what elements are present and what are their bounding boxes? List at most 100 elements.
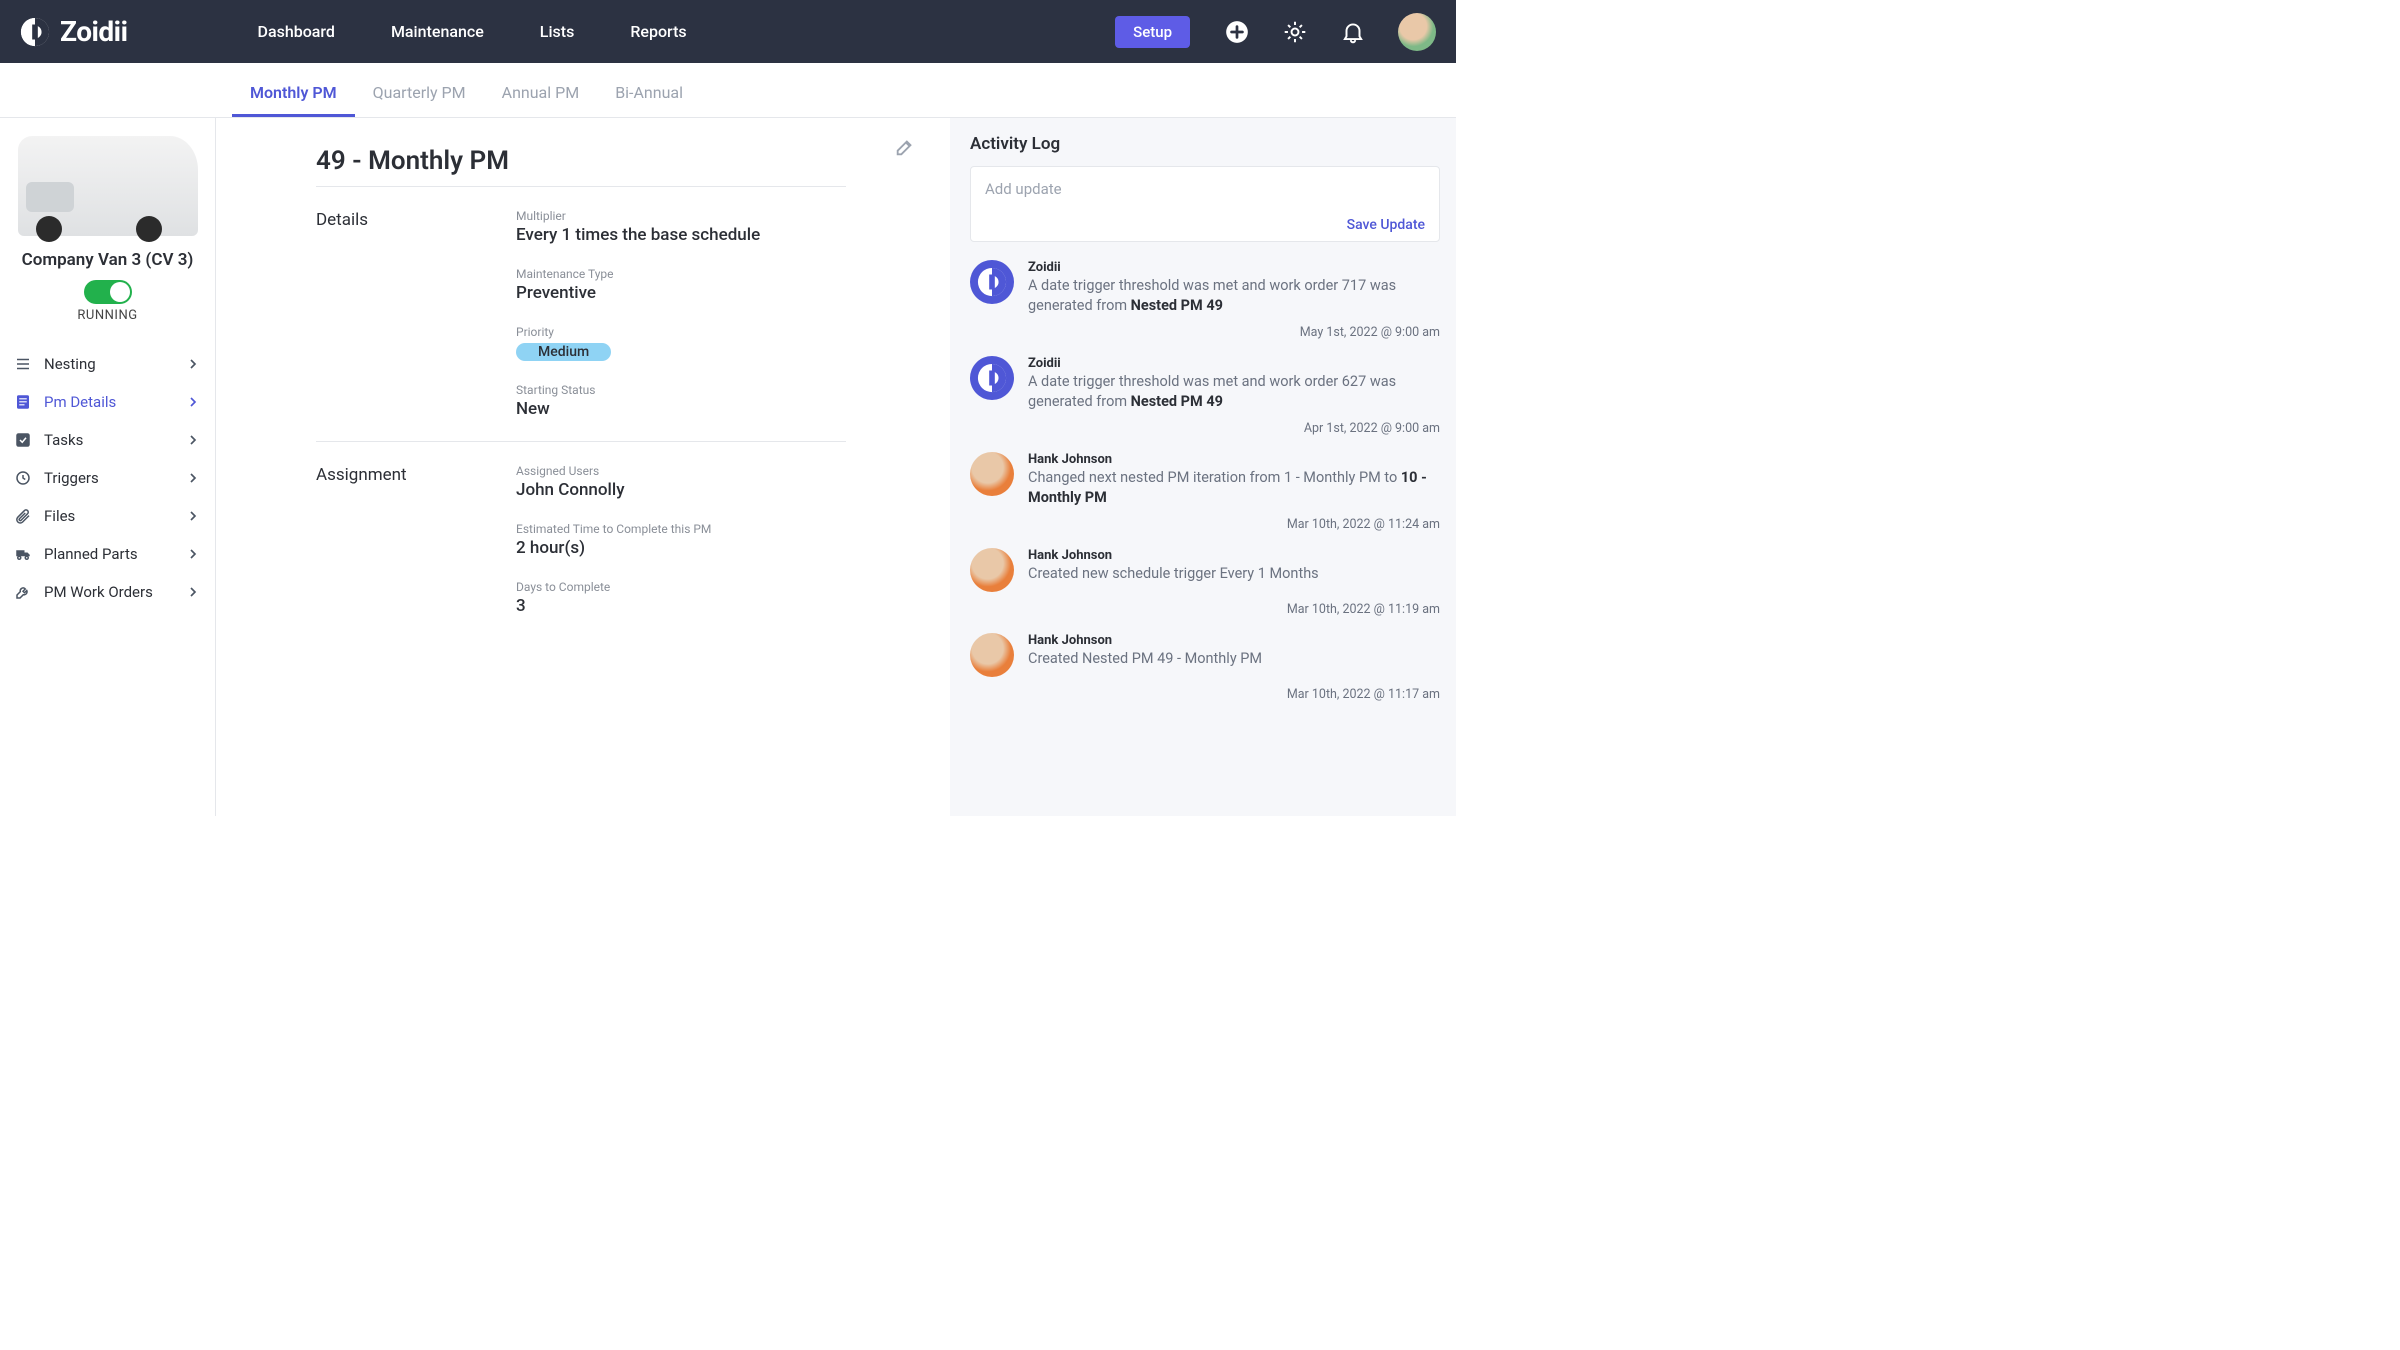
menu-label: Planned Parts — [44, 545, 138, 563]
gear-icon[interactable] — [1282, 19, 1308, 45]
add-icon[interactable] — [1224, 19, 1250, 45]
sidebar-menu: Nesting Pm Details Tasks Triggers Files — [0, 339, 215, 611]
field-label: Multiplier — [516, 209, 900, 223]
field-maintenance-type: Maintenance Type Preventive — [516, 267, 900, 303]
field-value: Preventive — [516, 283, 900, 303]
log-author: Zoidii — [1028, 356, 1440, 371]
log-item: Hank JohnsonCreated new schedule trigger… — [970, 544, 1440, 598]
save-update-link[interactable]: Save Update — [1347, 217, 1425, 233]
bell-icon[interactable] — [1340, 19, 1366, 45]
log-author: Zoidii — [1028, 260, 1440, 275]
list-icon — [14, 355, 32, 373]
log-item: ZoidiiA date trigger threshold was met a… — [970, 352, 1440, 417]
log-avatar — [970, 633, 1014, 677]
log-text: A date trigger threshold was met and wor… — [1028, 372, 1440, 411]
menu-label: Tasks — [44, 431, 83, 449]
details-heading: Details — [316, 209, 496, 419]
asset-status-toggle-wrap: RUNNING — [0, 280, 215, 339]
main-layout: Company Van 3 (CV 3) RUNNING Nesting Pm … — [0, 118, 1456, 816]
nav-maintenance[interactable]: Maintenance — [391, 22, 484, 41]
add-update-box: Save Update — [970, 166, 1440, 242]
field-label: Maintenance Type — [516, 267, 900, 281]
app-header: Zoidii Dashboard Maintenance Lists Repor… — [0, 0, 1456, 63]
tab-annual-pm[interactable]: Annual PM — [484, 83, 598, 117]
clock-icon — [14, 469, 32, 487]
divider — [316, 441, 846, 442]
chevron-right-icon — [185, 546, 201, 562]
menu-pm-details[interactable]: Pm Details — [0, 383, 215, 421]
tab-monthly-pm[interactable]: Monthly PM — [232, 83, 355, 117]
menu-label: Files — [44, 507, 75, 525]
field-label: Estimated Time to Complete this PM — [516, 522, 900, 536]
log-time: Mar 10th, 2022 @ 11:24 am — [970, 517, 1440, 532]
field-value: New — [516, 399, 900, 419]
setup-button[interactable]: Setup — [1115, 16, 1190, 48]
log-text: Created new schedule trigger Every 1 Mon… — [1028, 564, 1440, 584]
field-value: 3 — [516, 596, 900, 616]
chevron-right-icon — [185, 432, 201, 448]
log-avatar — [970, 548, 1014, 592]
menu-tasks[interactable]: Tasks — [0, 421, 215, 459]
log-avatar — [970, 356, 1014, 400]
field-priority: Priority Medium — [516, 325, 900, 361]
activity-panel: Activity Log Save Update ZoidiiA date tr… — [950, 118, 1456, 816]
log-time: Apr 1st, 2022 @ 9:00 am — [970, 421, 1440, 436]
menu-files[interactable]: Files — [0, 497, 215, 535]
add-update-input[interactable] — [985, 180, 1425, 198]
menu-planned-parts[interactable]: Planned Parts — [0, 535, 215, 573]
menu-nesting[interactable]: Nesting — [0, 345, 215, 383]
log-time: Mar 10th, 2022 @ 11:17 am — [970, 687, 1440, 702]
chevron-right-icon — [185, 394, 201, 410]
log-avatar — [970, 260, 1014, 304]
log-item: ZoidiiA date trigger threshold was met a… — [970, 256, 1440, 321]
menu-pm-work-orders[interactable]: PM Work Orders — [0, 573, 215, 611]
log-time: Mar 10th, 2022 @ 11:19 am — [970, 602, 1440, 617]
priority-badge: Medium — [516, 343, 611, 361]
menu-label: Triggers — [44, 469, 99, 487]
nav-dashboard[interactable]: Dashboard — [258, 22, 335, 41]
field-value: 2 hour(s) — [516, 538, 900, 558]
tab-bi-annual[interactable]: Bi-Annual — [597, 83, 701, 117]
nav-lists[interactable]: Lists — [540, 22, 575, 41]
truck-icon — [14, 545, 32, 563]
user-avatar[interactable] — [1398, 13, 1436, 51]
header-actions — [1224, 13, 1436, 51]
log-avatar — [970, 452, 1014, 496]
running-toggle[interactable] — [84, 280, 132, 304]
log-text: Created Nested PM 49 - Monthly PM — [1028, 649, 1440, 669]
activity-log-list: ZoidiiA date trigger threshold was met a… — [970, 256, 1440, 714]
sidebar: Company Van 3 (CV 3) RUNNING Nesting Pm … — [0, 118, 216, 816]
field-value: John Connolly — [516, 480, 900, 500]
chevron-right-icon — [185, 470, 201, 486]
van-illustration — [18, 136, 198, 236]
field-assigned-users: Assigned Users John Connolly — [516, 464, 900, 500]
log-item: Hank JohnsonCreated Nested PM 49 - Month… — [970, 629, 1440, 683]
details-section: Details Multiplier Every 1 times the bas… — [316, 209, 900, 419]
log-author: Hank Johnson — [1028, 633, 1440, 648]
field-starting-status: Starting Status New — [516, 383, 900, 419]
assignment-section: Assignment Assigned Users John Connolly … — [316, 464, 900, 616]
brand-logo: Zoidii — [20, 15, 128, 48]
log-author: Hank Johnson — [1028, 452, 1440, 467]
field-label: Starting Status — [516, 383, 900, 397]
tab-quarterly-pm[interactable]: Quarterly PM — [355, 83, 484, 117]
menu-label: Nesting — [44, 355, 96, 373]
chevron-right-icon — [185, 508, 201, 524]
running-label: RUNNING — [77, 308, 137, 323]
page-title: 49 - Monthly PM — [316, 146, 900, 176]
top-nav: Dashboard Maintenance Lists Reports — [258, 22, 687, 41]
divider — [316, 186, 846, 187]
nav-reports[interactable]: Reports — [630, 22, 686, 41]
pm-tabs: Monthly PM Quarterly PM Annual PM Bi-Ann… — [0, 63, 1456, 118]
check-icon — [14, 431, 32, 449]
edit-icon[interactable] — [894, 136, 916, 158]
menu-triggers[interactable]: Triggers — [0, 459, 215, 497]
assignment-heading: Assignment — [316, 464, 496, 616]
wrench-icon — [14, 583, 32, 601]
asset-image — [0, 118, 215, 244]
field-days-to-complete: Days to Complete 3 — [516, 580, 900, 616]
field-label: Priority — [516, 325, 900, 339]
clip-icon — [14, 507, 32, 525]
menu-label: Pm Details — [44, 393, 116, 411]
brand-mark-icon — [20, 17, 50, 47]
